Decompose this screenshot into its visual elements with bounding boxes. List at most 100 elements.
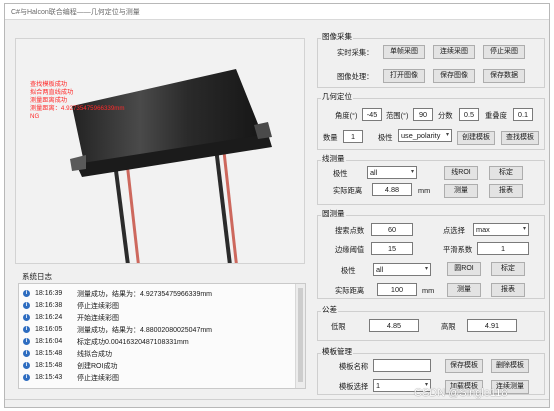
circle-measure-title: 圆测量 [321,208,346,219]
chevron-down-icon: ▾ [522,226,526,232]
open-image-button[interactable]: 打开图像 [383,69,425,83]
log-entry: i 18:16:39 测量成功，结果为：4.92735475966339mm [23,288,212,299]
point-select[interactable]: max ▾ [473,223,529,236]
overlay-result: NG [30,113,40,120]
log-entry: i 18:15:48 创建ROI成功 [23,360,117,371]
watermark: CSDN @Single118 [414,387,508,399]
lower-limit-label: 低限 [331,322,346,331]
image-viewer[interactable]: 查找模板成功 拟合两直线成功 测量距离成功 测量距离：4.92735475966… [15,38,305,264]
template-mgmt-title: 模板管理 [321,346,353,357]
template-select-label: 模板选择 [339,382,369,391]
point-select-label: 点选择 [443,226,465,235]
circle-calibrate-button[interactable]: 标定 [491,262,525,276]
overlap-input[interactable]: 0.1 [513,108,533,121]
log-scrollbar[interactable] [295,284,305,388]
acquisition-title: 图像采集 [321,31,353,42]
result-overlay: 查找模板成功 拟合两直线成功 测量距离成功 测量距离：4.92735475966… [30,81,125,121]
save-data-button[interactable]: 保存数据 [483,69,525,83]
overlay-line: 测量距离成功 [30,97,68,104]
info-icon: i [23,338,30,345]
smooth-label: 平滑系数 [443,245,473,254]
stop-capture-button[interactable]: 停止采图 [483,45,525,59]
log-entry: i 18:16:38 停止连续彩图 [23,300,119,311]
find-template-button[interactable]: 查找模板 [501,131,539,145]
tolerance-title: 公差 [321,304,338,315]
line-measure-title: 线测量 [321,153,346,164]
info-icon: i [23,362,30,369]
score-label: 分数 [438,111,453,120]
log-entry: i 18:16:04 标定成功0.00416320487108331mm [23,336,189,347]
circle-report-button[interactable]: 报表 [491,283,525,297]
polarity-label: 极性 [378,133,393,142]
info-icon: i [23,374,30,381]
circle-unit-label: mm [422,286,435,295]
single-capture-button[interactable]: 单帧采图 [383,45,425,59]
info-icon: i [23,290,30,297]
window-title: C#与Halcon联合编程——几何定位与测量 [11,9,140,16]
line-distance-input[interactable]: 4.88 [372,183,412,196]
upper-limit-input[interactable]: 4.91 [467,319,517,332]
line-calibrate-button[interactable]: 标定 [489,166,523,180]
angle-label: 角度(°) [335,111,358,120]
line-roi-button[interactable]: 线ROI [444,166,478,180]
score-input[interactable]: 0.5 [459,108,479,121]
log-list[interactable]: i 18:16:39 测量成功，结果为：4.92735475966339mm i 18… [18,283,306,389]
scroll-thumb[interactable] [298,288,303,382]
line-polarity-label: 极性 [333,169,348,178]
continuous-capture-button[interactable]: 连续采图 [433,45,475,59]
overlay-line: 查找模板成功 [30,81,68,88]
line-polarity-select[interactable]: all ▾ [367,166,417,179]
status-bar [5,399,549,407]
template-name-label: 模板名称 [339,362,369,371]
circle-polarity-label: 极性 [341,266,356,275]
circle-distance-label: 实际距离 [335,286,365,295]
count-input[interactable]: 1 [343,130,363,143]
line-report-button[interactable]: 报表 [489,184,523,198]
circle-distance-input[interactable]: 100 [377,283,417,296]
line-measure-button[interactable]: 测量 [444,184,478,198]
title-bar: C#与Halcon联合编程——几何定位与测量 [5,4,549,20]
range-input[interactable]: 90 [413,108,433,121]
create-template-button[interactable]: 创建模板 [457,131,495,145]
lower-limit-input[interactable]: 4.85 [369,319,419,332]
process-label: 图像处理： [337,72,374,81]
log-entry: i 18:16:24 开始连续彩图 [23,312,119,323]
search-points-input[interactable]: 60 [371,223,413,236]
circle-measure-button[interactable]: 测量 [447,283,481,297]
log-entry: i 18:15:43 停止连续彩图 [23,372,119,383]
angle-input[interactable]: -45 [362,108,382,121]
line-unit-label: mm [418,186,431,195]
info-icon: i [23,350,30,357]
save-image-button[interactable]: 保存图像 [433,69,475,83]
chevron-down-icon: ▾ [410,169,414,175]
upper-limit-label: 高限 [441,322,456,331]
polarity-select[interactable]: use_polarity ▾ [398,129,452,142]
overlap-label: 重叠度 [485,111,507,120]
save-template-button[interactable]: 保存模板 [445,359,483,373]
info-icon: i [23,326,30,333]
log-entry: i 18:16:05 测量成功，结果为：4.88002080025047mm [23,324,212,335]
app-window: C#与Halcon联合编程——几何定位与测量 查找模板成功 拟合两直线成功 测量… [4,3,550,408]
edge-threshold-input[interactable]: 15 [371,242,413,255]
geometry-title: 几何定位 [321,91,353,102]
overlay-line: 测量距离：4.92735475966339mm [30,105,125,112]
log-entry: i 18:15:48 线拟合成功 [23,348,112,359]
live-label: 实时采集： [337,48,374,57]
search-points-label: 搜索点数 [335,226,365,235]
line-distance-label: 实际距离 [333,186,363,195]
chevron-down-icon: ▾ [445,132,449,138]
template-name-input[interactable] [373,359,431,372]
circle-roi-button[interactable]: 圆ROI [447,262,481,276]
info-icon: i [23,302,30,309]
chevron-down-icon: ▾ [424,266,428,272]
overlay-line: 拟合两直线成功 [30,89,74,96]
range-label: 范围(°) [386,111,409,120]
camera-image [16,39,304,263]
edge-threshold-label: 边缘阈值 [335,245,365,254]
log-label: 系统日志 [22,272,52,281]
count-label: 数量 [323,133,338,142]
delete-template-button[interactable]: 删除模板 [491,359,529,373]
info-icon: i [23,314,30,321]
circle-polarity-select[interactable]: all ▾ [373,263,431,276]
smooth-input[interactable]: 1 [477,242,529,255]
